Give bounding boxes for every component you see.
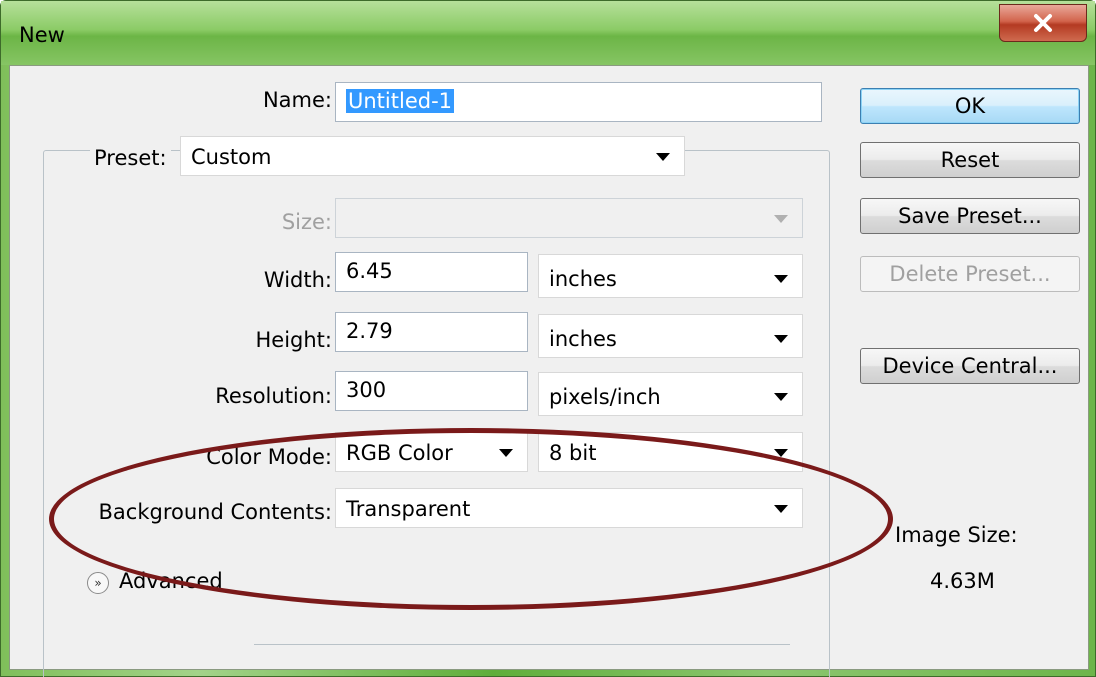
- chevron-down-icon: [774, 335, 788, 343]
- close-button[interactable]: [999, 4, 1087, 42]
- height-unit-value: inches: [549, 327, 617, 351]
- expand-advanced-toggle[interactable]: »: [87, 572, 109, 594]
- resolution-unit-value: pixels/inch: [549, 385, 661, 409]
- width-label: Width:: [263, 268, 332, 292]
- delete-preset-button: Delete Preset...: [860, 256, 1080, 292]
- height-input[interactable]: 2.79: [335, 312, 528, 352]
- chevron-down-icon: [774, 215, 788, 223]
- chevron-down-icon: [656, 153, 670, 161]
- preset-label: Preset:: [90, 146, 171, 170]
- resolution-unit-select[interactable]: pixels/inch: [538, 372, 803, 416]
- reset-button[interactable]: Reset: [860, 142, 1080, 178]
- advanced-divider: [254, 644, 790, 645]
- image-size-value: 4.63M: [930, 569, 995, 593]
- double-chevron-down-icon: »: [94, 576, 102, 590]
- preset-select[interactable]: Custom: [180, 136, 685, 176]
- title-bar[interactable]: New: [1, 1, 1095, 65]
- name-label: Name:: [262, 88, 332, 112]
- chevron-down-icon: [774, 393, 788, 401]
- size-label: Size:: [281, 210, 332, 234]
- chevron-down-icon: [774, 275, 788, 283]
- new-document-dialog: New Name: Untitled-1 Preset: Custom Size…: [0, 0, 1096, 677]
- width-unit-value: inches: [549, 267, 617, 291]
- preset-select-value: Custom: [191, 145, 272, 169]
- width-input-value: 6.45: [346, 259, 393, 283]
- width-unit-select[interactable]: inches: [538, 254, 803, 298]
- height-unit-select[interactable]: inches: [538, 314, 803, 358]
- name-input-value: Untitled-1: [346, 89, 455, 113]
- annotation-ellipse: [49, 428, 893, 610]
- height-input-value: 2.79: [346, 319, 393, 343]
- height-label: Height:: [255, 328, 333, 352]
- size-select: [335, 198, 803, 238]
- window-title: New: [19, 23, 65, 47]
- resolution-label: Resolution:: [215, 384, 332, 408]
- name-input[interactable]: Untitled-1: [335, 82, 822, 122]
- device-central-button[interactable]: Device Central...: [860, 348, 1080, 384]
- save-preset-button[interactable]: Save Preset...: [860, 198, 1080, 234]
- resolution-input-value: 300: [346, 378, 387, 402]
- resolution-input[interactable]: 300: [335, 371, 528, 411]
- width-input[interactable]: 6.45: [335, 252, 528, 292]
- ok-button[interactable]: OK: [860, 88, 1080, 124]
- close-icon: [1034, 14, 1052, 32]
- image-size-label: Image Size:: [895, 523, 1018, 547]
